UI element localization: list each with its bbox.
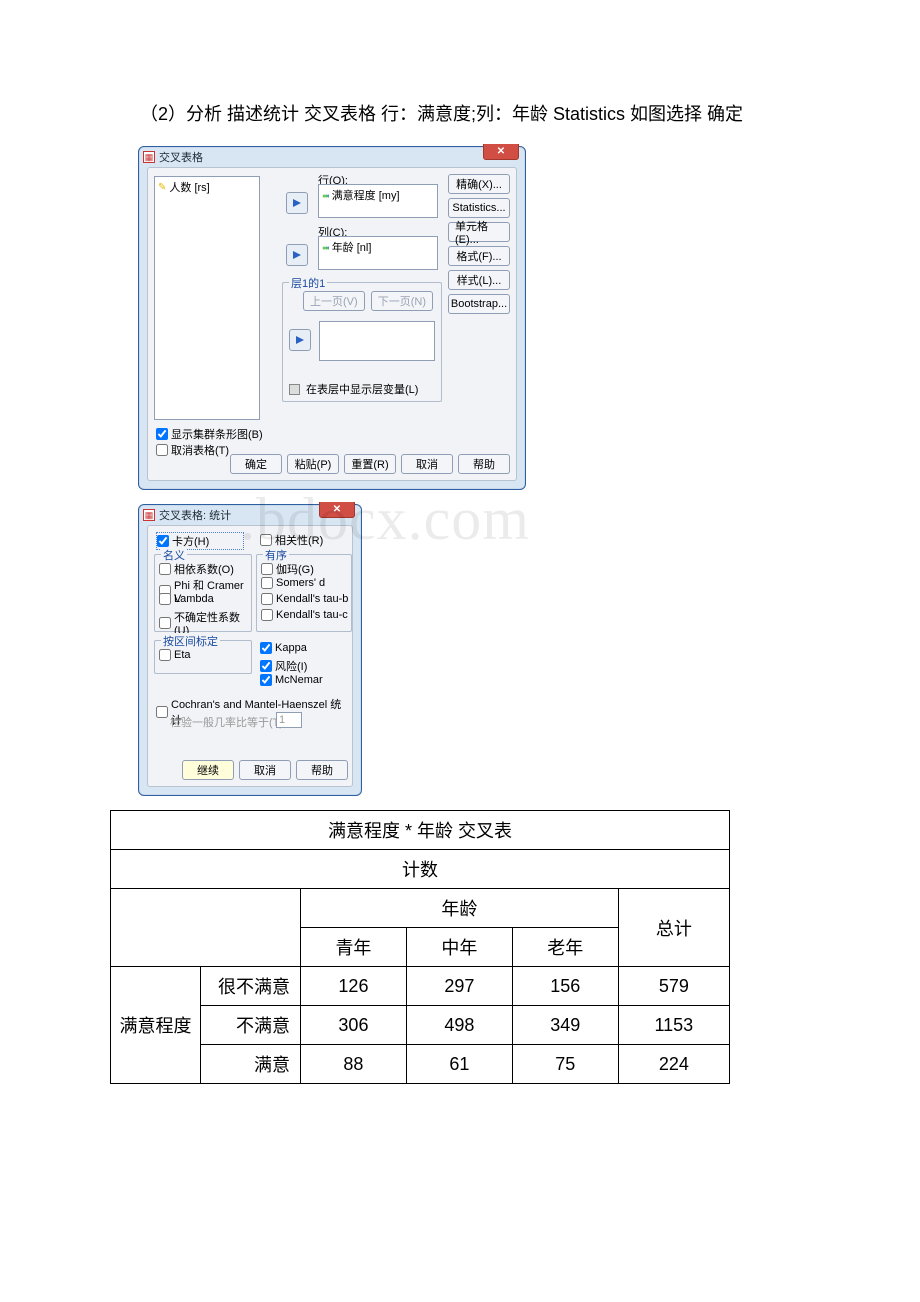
ok-button[interactable]: 确定 <box>230 454 282 474</box>
scale-icon <box>158 181 166 193</box>
paste-button[interactable]: 粘贴(P) <box>287 454 339 474</box>
cell: 156 <box>512 967 618 1006</box>
cell: 498 <box>406 1006 512 1045</box>
cell: 579 <box>618 967 729 1006</box>
layer-list[interactable] <box>319 321 435 361</box>
move-to-cols-button[interactable] <box>286 244 308 266</box>
col-header: 中年 <box>406 928 512 967</box>
table-count-label: 计数 <box>111 850 730 889</box>
lambda-checkbox[interactable]: Lambda <box>159 593 214 605</box>
crosstab-dialog: ▦ 交叉表格 ✕ 人数 [rs] 行(O): 满意程度 [my] 列(C): 年… <box>138 146 526 490</box>
somers-label: Somers' d <box>276 577 325 589</box>
cluster-bar-checkbox[interactable]: 显示集群条形图(B) <box>156 426 263 442</box>
col-group-header: 年龄 <box>301 889 619 928</box>
cells-button[interactable]: 单元格(E)... <box>448 222 510 242</box>
suppress-tables-label: 取消表格(T) <box>171 442 229 458</box>
close-icon[interactable]: ✕ <box>319 502 355 518</box>
correlations-checkbox[interactable]: 相关性(R) <box>260 532 323 548</box>
crosstab-result-table: 满意程度 * 年龄 交叉表 计数 年龄 总计 青年 中年 老年 满意程度 很不满… <box>110 810 730 1084</box>
col-header: 老年 <box>512 928 618 967</box>
move-to-layer-button[interactable] <box>289 329 311 351</box>
cell: 61 <box>406 1045 512 1084</box>
cell: 224 <box>618 1045 729 1084</box>
nominal-icon <box>322 241 329 253</box>
row-group-header: 满意程度 <box>111 967 201 1084</box>
format-button[interactable]: 格式(F)... <box>448 246 510 266</box>
statistics-button[interactable]: Statistics... <box>448 198 510 218</box>
close-icon[interactable]: ✕ <box>483 144 519 160</box>
help-button[interactable]: 帮助 <box>296 760 348 780</box>
suppress-tables-checkbox[interactable]: 取消表格(T) <box>156 442 229 458</box>
row-label: 很不满意 <box>201 967 301 1006</box>
reset-button[interactable]: 重置(R) <box>344 454 396 474</box>
cancel-button[interactable]: 取消 <box>401 454 453 474</box>
interval-fieldset: 按区间标定 Eta <box>154 640 252 674</box>
row-label: 不满意 <box>201 1006 301 1045</box>
rows-list[interactable]: 满意程度 [my] <box>318 184 438 218</box>
var-my: 满意程度 [my] <box>332 187 400 203</box>
ordinal-fieldset: 有序 伽玛(G) Somers' d Kendall's tau-b Kenda… <box>256 554 352 632</box>
dialog1-title: 交叉表格 <box>159 149 203 165</box>
var-rs: 人数 [rs] <box>169 179 209 195</box>
nominal-icon <box>322 189 329 201</box>
risk-label: 风险(I) <box>275 658 307 674</box>
var-nl: 年龄 [nl] <box>332 239 372 255</box>
taub-checkbox[interactable]: Kendall's tau-b <box>261 593 348 605</box>
app-icon: ▦ <box>143 509 155 521</box>
cc-checkbox[interactable]: 相依系数(O) <box>159 561 234 577</box>
dialog2-title: 交叉表格: 统计 <box>159 507 231 523</box>
somers-checkbox[interactable]: Somers' d <box>261 577 325 589</box>
move-to-rows-button[interactable] <box>286 192 308 214</box>
odds-label: 检验一般几率比等于(T): <box>170 714 286 730</box>
cell: 75 <box>512 1045 618 1084</box>
interval-legend: 按区间标定 <box>161 633 220 649</box>
col-header: 青年 <box>301 928 407 967</box>
layer-show-checkbox[interactable]: 在表层中显示层变量(L) <box>289 381 418 397</box>
kappa-checkbox[interactable]: Kappa <box>260 642 307 654</box>
cols-list[interactable]: 年龄 [nl] <box>318 236 438 270</box>
layer-next-button[interactable]: 下一页(N) <box>371 291 433 311</box>
layer-show-label: 在表层中显示层变量(L) <box>306 381 418 397</box>
eta-checkbox[interactable]: Eta <box>159 649 191 661</box>
layer-prev-button[interactable]: 上一页(V) <box>303 291 365 311</box>
gamma-label: 伽玛(G) <box>276 561 314 577</box>
mcnemar-checkbox[interactable]: McNemar <box>260 674 323 686</box>
gamma-checkbox[interactable]: 伽玛(G) <box>261 561 314 577</box>
row-label: 满意 <box>201 1045 301 1084</box>
taub-label: Kendall's tau-b <box>276 593 348 605</box>
crosstab-stats-dialog: ▦ 交叉表格: 统计 ✕ 卡方(H) 相关性(R) 名义 相依系数(O) Phi… <box>138 504 362 796</box>
cell: 126 <box>301 967 407 1006</box>
risk-checkbox[interactable]: 风险(I) <box>260 658 307 674</box>
layer-fieldset: 层1的1 上一页(V) 下一页(N) 在表层中显示层变量(L) <box>282 282 442 402</box>
cell: 88 <box>301 1045 407 1084</box>
cell: 1153 <box>618 1006 729 1045</box>
cancel-button[interactable]: 取消 <box>239 760 291 780</box>
exact-button[interactable]: 精确(X)... <box>448 174 510 194</box>
mcnemar-label: McNemar <box>275 674 323 686</box>
cluster-bar-label: 显示集群条形图(B) <box>171 426 263 442</box>
eta-label: Eta <box>174 649 191 661</box>
instruction-text: （2）分析 描述统计 交叉表格 行：满意度;列：年龄 Statistics 如图… <box>110 100 810 126</box>
odds-input[interactable] <box>276 712 302 728</box>
table-title: 满意程度 * 年龄 交叉表 <box>111 811 730 850</box>
cell: 297 <box>406 967 512 1006</box>
tauc-label: Kendall's tau-c <box>276 609 348 621</box>
kappa-label: Kappa <box>275 642 307 654</box>
total-header: 总计 <box>618 889 729 967</box>
layer-legend: 层1的1 <box>289 275 327 291</box>
app-icon: ▦ <box>143 151 155 163</box>
cc-label: 相依系数(O) <box>174 561 234 577</box>
bootstrap-button[interactable]: Bootstrap... <box>448 294 510 314</box>
cell: 349 <box>512 1006 618 1045</box>
corr-label: 相关性(R) <box>275 532 323 548</box>
continue-button[interactable]: 继续 <box>182 760 234 780</box>
source-var-list[interactable]: 人数 [rs] <box>154 176 260 420</box>
tauc-checkbox[interactable]: Kendall's tau-c <box>261 609 348 621</box>
nominal-fieldset: 名义 相依系数(O) Phi 和 Cramer V Lambda 不确定性系数(… <box>154 554 252 632</box>
style-button[interactable]: 样式(L)... <box>448 270 510 290</box>
help-button[interactable]: 帮助 <box>458 454 510 474</box>
cell: 306 <box>301 1006 407 1045</box>
lambda-label: Lambda <box>174 593 214 605</box>
